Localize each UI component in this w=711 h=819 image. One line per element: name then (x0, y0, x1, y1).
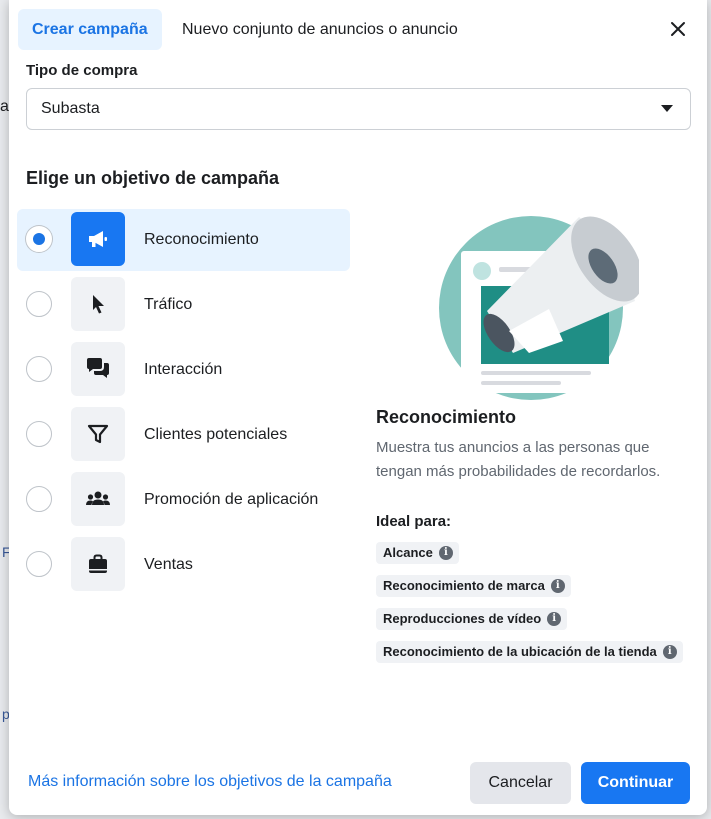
ideal-for-tag: Reproducciones de vídeo i (376, 608, 568, 630)
learn-more-objectives-link[interactable]: Más información sobre los objetivos de l… (28, 773, 392, 791)
objective-awareness[interactable]: Reconocimiento (17, 209, 350, 271)
objective-engagement[interactable]: Interacción (17, 339, 350, 401)
tag-label: Reconocimiento de la ubicación de la tie… (383, 644, 657, 659)
info-icon[interactable]: i (438, 546, 453, 560)
megaphone-icon (71, 212, 125, 266)
radio-button[interactable] (26, 421, 52, 447)
purchase-type-value: Subasta (41, 100, 100, 117)
caret-down-icon (661, 105, 673, 112)
ideal-for-tag: Reconocimiento de la ubicación de la tie… (376, 641, 683, 663)
awareness-illustration (439, 216, 639, 400)
info-icon[interactable]: i (662, 645, 677, 659)
continue-button[interactable]: Continuar (581, 762, 690, 804)
radio-button[interactable] (26, 291, 52, 317)
funnel-icon (71, 407, 125, 461)
close-icon (671, 22, 685, 36)
purchase-type-label: Tipo de compra (26, 62, 138, 79)
chat-bubbles-icon (71, 342, 125, 396)
radio-button[interactable] (26, 226, 52, 252)
tag-label: Reproducciones de vídeo (383, 611, 542, 626)
ideal-for-tag: Alcance i (376, 542, 459, 564)
objective-sales[interactable]: Ventas (17, 534, 350, 596)
tab-create-campaign[interactable]: Crear campaña (18, 9, 162, 50)
tag-label: Alcance (383, 545, 433, 560)
objective-traffic[interactable]: Tráfico (17, 274, 350, 336)
objective-label: Tráfico (144, 296, 193, 313)
create-campaign-dialog: Crear campaña Nuevo conjunto de anuncios… (9, 0, 707, 815)
objective-detail-description: Muestra tus anuncios a las personas que … (376, 439, 661, 480)
ideal-for-tag: Reconocimiento de marca i (376, 575, 571, 597)
objectives-title: Elige un objetivo de campaña (26, 168, 280, 188)
objective-label: Clientes potenciales (144, 426, 288, 443)
people-icon (71, 472, 125, 526)
objective-leads[interactable]: Clientes potenciales (17, 404, 350, 466)
cursor-icon (71, 277, 125, 331)
objective-app-promotion[interactable]: Promoción de aplicación (17, 469, 350, 531)
objective-label: Ventas (144, 556, 193, 573)
shopping-bag-icon (71, 537, 125, 591)
cancel-button[interactable]: Cancelar (470, 762, 571, 804)
radio-button[interactable] (26, 486, 52, 512)
radio-button[interactable] (26, 356, 52, 382)
tag-label: Reconocimiento de marca (383, 578, 545, 593)
tab-new-adset-or-ad[interactable]: Nuevo conjunto de anuncios o anuncio (168, 9, 472, 50)
info-icon[interactable]: i (550, 579, 565, 593)
ideal-for-label: Ideal para: (376, 513, 452, 530)
objective-label: Interacción (144, 361, 223, 378)
purchase-type-select[interactable]: Subasta (26, 88, 691, 130)
objective-label: Reconocimiento (144, 231, 259, 248)
close-button[interactable] (663, 14, 693, 44)
objective-detail-title: Reconocimiento (376, 407, 517, 427)
info-icon[interactable]: i (547, 612, 562, 626)
radio-button[interactable] (26, 551, 52, 577)
objective-label: Promoción de aplicación (144, 491, 319, 508)
